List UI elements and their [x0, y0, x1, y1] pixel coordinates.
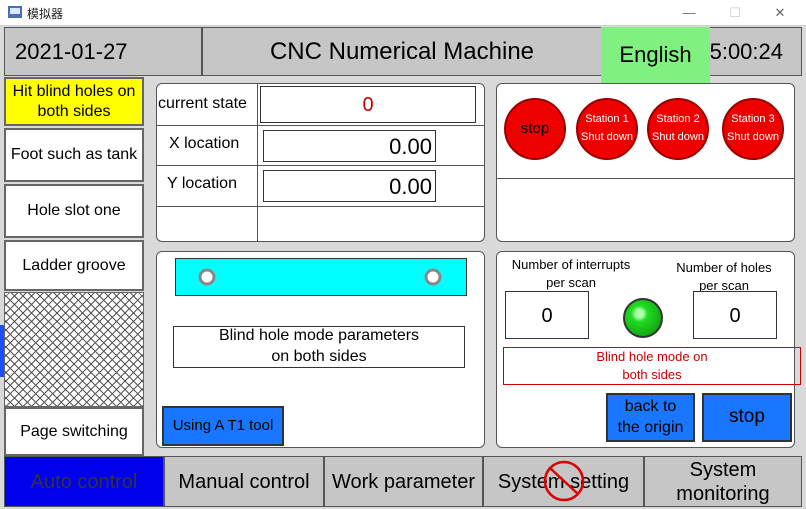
divider [156, 206, 485, 207]
holes-value: 0 [693, 291, 777, 339]
window-title: 模拟器 [27, 7, 64, 21]
title-cell: CNC Numerical Machine [202, 27, 602, 76]
close-icon[interactable]: ✕ [769, 2, 791, 24]
sidebar-item-hole-slot[interactable]: Hole slot one [4, 184, 144, 238]
edge-marker [0, 325, 4, 377]
nav-manual-control[interactable]: Manual control [164, 456, 324, 507]
divider [156, 165, 485, 166]
sidebar-item-ladder-groove[interactable]: Ladder groove [4, 240, 144, 291]
stop-indicator[interactable]: stop [504, 98, 566, 160]
divider [257, 84, 258, 242]
minimize-icon[interactable]: — [678, 2, 700, 24]
window-titlebar: 模拟器 — ☐ ✕ [0, 0, 806, 26]
stop-button[interactable]: stop [702, 393, 792, 442]
prohibited-icon [543, 460, 585, 502]
interrupts-label: Number of interrupts per scan [511, 257, 631, 291]
divider [496, 178, 795, 179]
tool-select-button[interactable]: Using A T1 tool [162, 406, 284, 446]
sidebar-item-foot-tank[interactable]: Foot such as tank [4, 128, 144, 182]
rail-right-wheel-icon [424, 268, 442, 286]
nav-system-monitoring[interactable]: System monitoring [644, 456, 802, 507]
maximize-icon[interactable]: ☐ [724, 2, 746, 24]
rail-graphic [198, 268, 442, 286]
rail-left-wheel-icon [198, 268, 216, 286]
date-cell: 2021-01-27 [4, 27, 202, 76]
x-location-label: X location [169, 135, 240, 152]
language-button[interactable]: English [601, 27, 710, 83]
x-location-value: 0.00 [263, 130, 436, 162]
sidebar-empty-area [4, 292, 144, 407]
holes-label: Number of holes per scan [676, 260, 772, 294]
status-lamp-icon [623, 298, 663, 338]
current-state-label: current state [158, 95, 247, 112]
app-icon [8, 6, 22, 18]
nav-auto-control[interactable]: Auto control [4, 456, 164, 507]
interrupts-value: 0 [505, 291, 589, 339]
back-to-origin-button[interactable]: back to the origin [606, 393, 695, 442]
current-state-value: 0 [260, 86, 476, 123]
time-display: 15:00:24 [697, 39, 783, 64]
divider [156, 125, 485, 126]
y-location-value: 0.00 [263, 170, 436, 202]
y-location-label: Y location [167, 175, 237, 192]
station-2-indicator: Station 2 Shut down [647, 98, 709, 160]
page-switching-button[interactable]: Page switching [4, 407, 144, 456]
station-3-indicator: Station 3 Shut down [722, 98, 784, 160]
date-display: 2021-01-27 [15, 39, 128, 64]
nav-work-parameter[interactable]: Work parameter [324, 456, 483, 507]
mode-parameters-label: Blind hole mode parameters on both sides [173, 326, 465, 368]
station-1-indicator: Station 1 Shut down [576, 98, 638, 160]
sidebar-item-blind-holes[interactable]: Hit blind holes on both sides [4, 77, 144, 126]
page-title: CNC Numerical Machine [269, 38, 535, 65]
machine-rail [175, 258, 467, 296]
mode-status-text: Blind hole mode on both sides [503, 347, 801, 385]
